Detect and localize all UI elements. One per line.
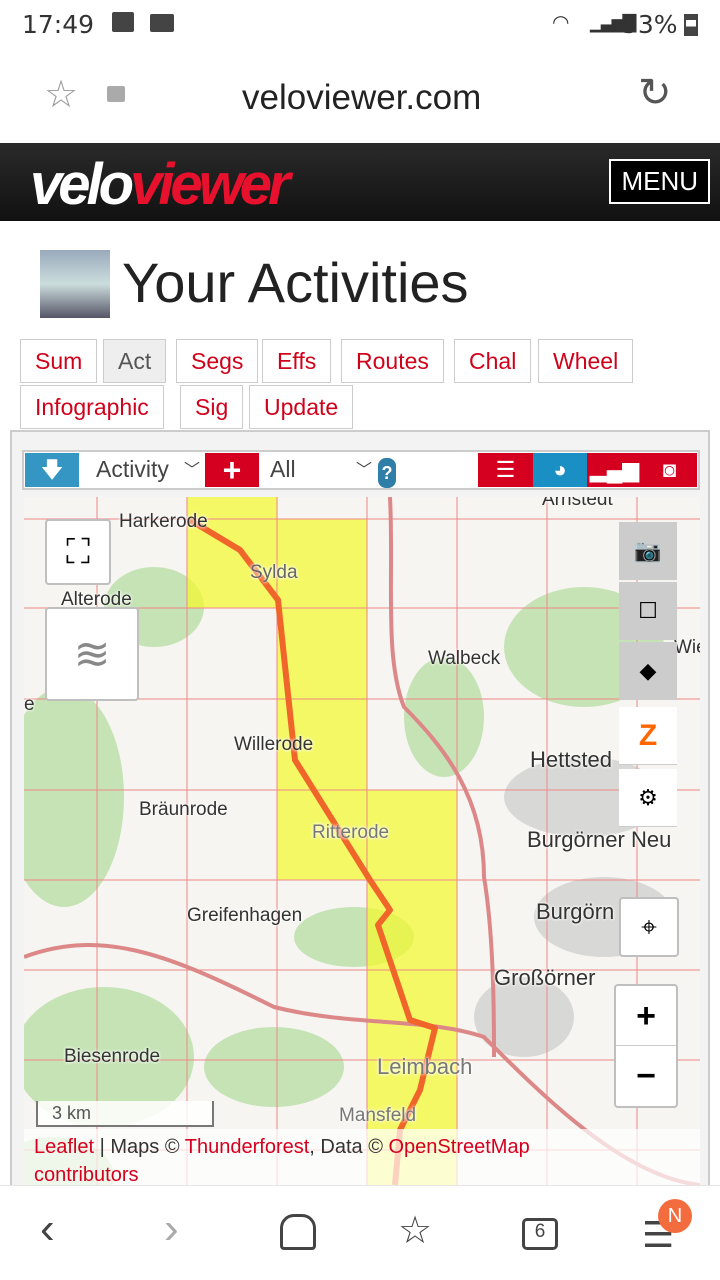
gear-icon: ⚙ bbox=[638, 784, 658, 810]
list-view-button[interactable]: ☰ bbox=[478, 453, 533, 487]
filter-select[interactable]: All ﹀ bbox=[262, 453, 378, 487]
square-icon: ☐ bbox=[638, 597, 658, 623]
help-button[interactable]: ? bbox=[378, 458, 396, 488]
list-icon: ☰ bbox=[495, 457, 516, 482]
zwift-button[interactable]: Z bbox=[619, 707, 677, 765]
place-label: Hettsted bbox=[530, 747, 612, 772]
contributors-link[interactable]: contributors bbox=[34, 1164, 139, 1185]
place-label: Biesenrode bbox=[64, 1046, 161, 1067]
zoom-control: + − bbox=[614, 984, 678, 1108]
browser-bottom-nav: ‹ › ☆ 6 ☰ N bbox=[0, 1185, 720, 1280]
tab-routes[interactable]: Routes bbox=[341, 339, 444, 383]
tab-update[interactable]: Update bbox=[249, 385, 354, 429]
tabs-button[interactable]: 6 bbox=[522, 1218, 558, 1250]
activity-type-value: Activity bbox=[96, 456, 169, 482]
camera-icon: 📷 bbox=[634, 537, 662, 563]
zoom-in-button[interactable]: + bbox=[616, 986, 676, 1046]
heatmap-button[interactable]: ◆ bbox=[619, 642, 677, 700]
place-label: Arnstedt bbox=[542, 497, 613, 510]
place-label: Leimbach bbox=[377, 1054, 473, 1079]
osm-link[interactable]: OpenStreetMap bbox=[389, 1136, 530, 1158]
status-bar: 17:49 ◠ ▁▃▅▇ 53% bbox=[0, 0, 720, 50]
attribution-text: , Data © bbox=[309, 1136, 389, 1158]
crosshair-icon: ⌖ bbox=[641, 910, 657, 942]
clock: 17:49 bbox=[22, 10, 95, 39]
notification-badge: N bbox=[658, 1199, 692, 1233]
place-label: Großörner bbox=[494, 965, 596, 990]
settings-button[interactable]: ⚙ bbox=[619, 769, 677, 827]
map-view-button[interactable]: ◕ bbox=[533, 453, 587, 487]
tab-wheel[interactable]: Wheel bbox=[538, 339, 634, 383]
attribution-text: | Maps © bbox=[94, 1136, 185, 1158]
locate-button[interactable]: ⌖ bbox=[619, 897, 679, 957]
place-label: Wie bbox=[674, 637, 700, 658]
battery-level: 53% bbox=[622, 10, 678, 39]
back-icon[interactable]: ‹ bbox=[40, 1204, 55, 1254]
zwift-icon: Z bbox=[638, 718, 658, 752]
tab-chal[interactable]: Chal bbox=[454, 339, 532, 383]
place-label: Greifenhagen bbox=[187, 905, 303, 926]
logo-velo: velo bbox=[30, 152, 134, 217]
download-button[interactable]: 🡇 bbox=[25, 453, 79, 487]
tab-effs[interactable]: Effs bbox=[262, 339, 332, 383]
screenshot-button[interactable]: 📷 bbox=[619, 522, 677, 580]
add-button[interactable]: + bbox=[205, 453, 259, 487]
layers-icon: ≋ bbox=[73, 629, 111, 679]
map-attribution: Leaflet | Maps © Thunderforest, Data © O… bbox=[24, 1129, 700, 1185]
wifi-icon: ◠ bbox=[552, 10, 570, 34]
region-icon: ◆ bbox=[639, 657, 657, 683]
fullscreen-icon: ⛶ bbox=[66, 532, 90, 571]
select-area-button[interactable]: ☐ bbox=[619, 582, 677, 640]
gallery-icon bbox=[112, 12, 134, 32]
leaflet-link[interactable]: Leaflet bbox=[34, 1136, 94, 1158]
chevron-down-icon: ﹀ bbox=[355, 462, 372, 479]
forward-icon[interactable]: › bbox=[164, 1204, 179, 1254]
place-label: Burgörner Neu bbox=[527, 827, 672, 852]
menu-button[interactable]: MENU bbox=[609, 159, 710, 204]
place-label: Willerode bbox=[234, 734, 314, 755]
logo-viewer: viewer bbox=[130, 152, 291, 217]
layers-button[interactable]: ≋ bbox=[45, 607, 139, 701]
home-icon[interactable] bbox=[280, 1214, 316, 1250]
browser-url-bar: ☆ veloviewer.com ↻ bbox=[0, 50, 720, 142]
place-label: Harkerode bbox=[119, 511, 208, 532]
url-text[interactable]: veloviewer.com bbox=[242, 78, 481, 118]
site-header: veloviewer MENU bbox=[0, 143, 720, 221]
map[interactable]: Harkerode Sylda Alterode Walbeck Willero… bbox=[24, 497, 700, 1185]
place-label: Ritterode bbox=[312, 822, 390, 843]
battery-icon bbox=[684, 14, 698, 36]
camera-icon: ◙ bbox=[662, 457, 677, 482]
place-label: Sylda bbox=[250, 562, 298, 583]
place-label: e bbox=[24, 694, 35, 715]
tab-sum[interactable]: Sum bbox=[20, 339, 98, 383]
bookmarks-icon[interactable]: ☆ bbox=[398, 1208, 432, 1253]
tab-infographic[interactable]: Infographic bbox=[20, 385, 164, 429]
folder-icon bbox=[150, 14, 174, 32]
tab-sig[interactable]: Sig bbox=[180, 385, 244, 429]
avatar bbox=[40, 250, 110, 318]
tab-segs[interactable]: Segs bbox=[176, 339, 259, 383]
globe-icon: ◕ bbox=[553, 457, 567, 482]
bookmark-star-icon[interactable]: ☆ bbox=[44, 72, 78, 117]
reload-icon[interactable]: ↻ bbox=[638, 70, 672, 116]
bar-chart-icon: ▂▄▆ bbox=[589, 457, 640, 482]
page-title: Your Activities bbox=[122, 251, 469, 314]
tab-act[interactable]: Act bbox=[103, 339, 167, 383]
zoom-out-button[interactable]: − bbox=[616, 1046, 676, 1106]
place-label: Mansfeld bbox=[339, 1105, 417, 1126]
plus-icon: + bbox=[222, 452, 242, 488]
lock-icon bbox=[107, 86, 125, 102]
scale-bar: 3 km bbox=[36, 1101, 214, 1127]
place-label: Walbeck bbox=[428, 648, 501, 669]
place-label: Bräunrode bbox=[139, 799, 228, 820]
chart-view-button[interactable]: ▂▄▆ bbox=[587, 453, 642, 487]
veloviewer-logo[interactable]: veloviewer bbox=[30, 151, 291, 218]
photo-view-button[interactable]: ◙ bbox=[642, 453, 697, 487]
activity-type-select[interactable]: Activity ﹀ bbox=[88, 453, 204, 487]
filter-value: All bbox=[270, 456, 296, 482]
thunderforest-link[interactable]: Thunderforest bbox=[185, 1136, 310, 1158]
fullscreen-button[interactable]: ⛶ bbox=[45, 519, 111, 585]
chevron-down-icon: ﹀ bbox=[183, 456, 200, 480]
arrow-down-icon: 🡇 bbox=[40, 457, 64, 482]
